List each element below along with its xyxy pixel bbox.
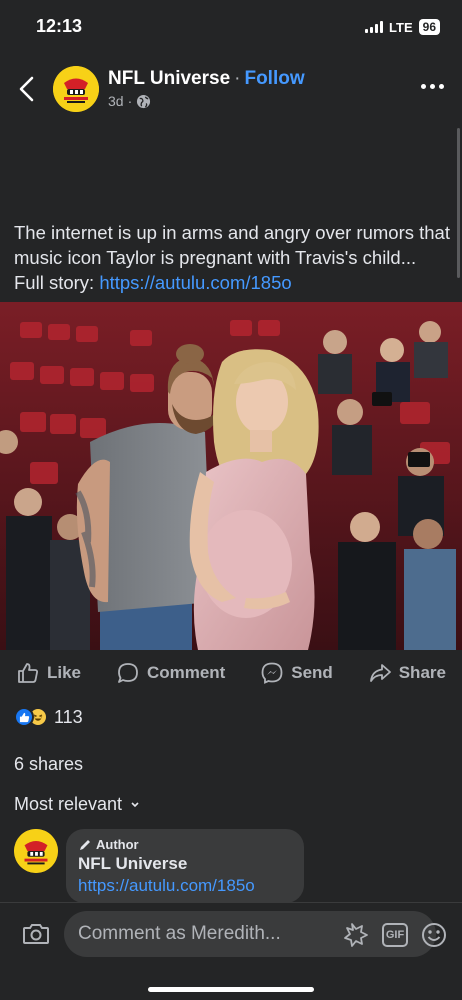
stadium-photo: [0, 302, 462, 650]
comment-composer: GIF: [0, 902, 462, 1000]
network-label: LTE: [389, 19, 413, 35]
comment-label: Comment: [146, 663, 226, 682]
comment-bubble[interactable]: Author NFL Universe https://autulu.com/1…: [66, 829, 304, 903]
send-button[interactable]: Send: [260, 655, 333, 691]
like-label: Like: [47, 663, 82, 682]
home-indicator: [148, 987, 314, 992]
avatar-sticker-icon[interactable]: [342, 921, 370, 949]
status-time: 12:13: [36, 16, 83, 36]
signal-icon: [365, 21, 384, 33]
status-bar: 12:13 LTE 96: [0, 0, 462, 54]
comment-avatar[interactable]: [14, 829, 58, 873]
pencil-icon: [80, 839, 90, 850]
reaction-count: 113: [54, 706, 83, 727]
name-separator: ·: [234, 68, 241, 89]
like-reaction-icon: [14, 707, 34, 727]
gif-icon[interactable]: GIF: [382, 923, 408, 947]
camera-button[interactable]: [22, 921, 50, 952]
globe-icon: [137, 94, 151, 108]
back-arrow-icon: [19, 76, 34, 102]
share-button[interactable]: Share: [368, 655, 446, 691]
more-icon[interactable]: [421, 84, 444, 89]
composer-icons: GIF: [342, 921, 448, 949]
reactions-summary[interactable]: 113: [14, 706, 83, 728]
comment-button[interactable]: Comment: [116, 655, 225, 691]
page-logo-icon: [53, 66, 99, 112]
comment-author-name[interactable]: NFL Universe: [78, 854, 292, 874]
post-meta: 3d ·: [108, 93, 151, 109]
send-label: Send: [291, 663, 333, 682]
action-bar: Like Comment Send Share: [0, 655, 462, 691]
like-button[interactable]: Like: [16, 655, 81, 691]
post-image[interactable]: [0, 302, 462, 650]
share-label: Share: [398, 663, 446, 682]
sort-label: Most relevant: [14, 794, 123, 814]
status-indicators: LTE 96: [365, 19, 440, 35]
page-name[interactable]: NFL Universe: [108, 68, 230, 89]
post-header: NFL Universe · Follow 3d ·: [0, 62, 462, 118]
messenger-icon: [261, 662, 283, 684]
author-badge: Author: [78, 837, 292, 852]
battery-icon: 96: [418, 19, 440, 35]
follow-button[interactable]: Follow: [244, 68, 304, 89]
time-separator: ·: [127, 93, 133, 109]
page-logo-icon: [14, 829, 58, 873]
page-avatar[interactable]: [53, 66, 99, 112]
post-text: The internet is up in arms and angry ove…: [14, 220, 450, 295]
scrollbar: [457, 128, 460, 278]
comment-link[interactable]: https://autulu.com/185o: [78, 876, 292, 896]
thumbs-up-icon: [18, 663, 38, 683]
back-button[interactable]: [14, 74, 42, 104]
share-arrow-icon: [369, 664, 391, 682]
camera-icon: [23, 924, 49, 944]
comment-bubble-icon: [118, 663, 138, 683]
emoji-icon[interactable]: [420, 921, 448, 949]
post-time[interactable]: 3d: [108, 93, 124, 109]
author-label: Author: [96, 837, 139, 852]
chevron-down-icon: [131, 801, 139, 807]
post-link[interactable]: https://autulu.com/185o: [99, 272, 291, 293]
sort-comments-dropdown[interactable]: Most relevant: [14, 794, 140, 815]
shares-count[interactable]: 6 shares: [14, 754, 83, 775]
page-name-row: NFL Universe · Follow: [108, 68, 305, 90]
